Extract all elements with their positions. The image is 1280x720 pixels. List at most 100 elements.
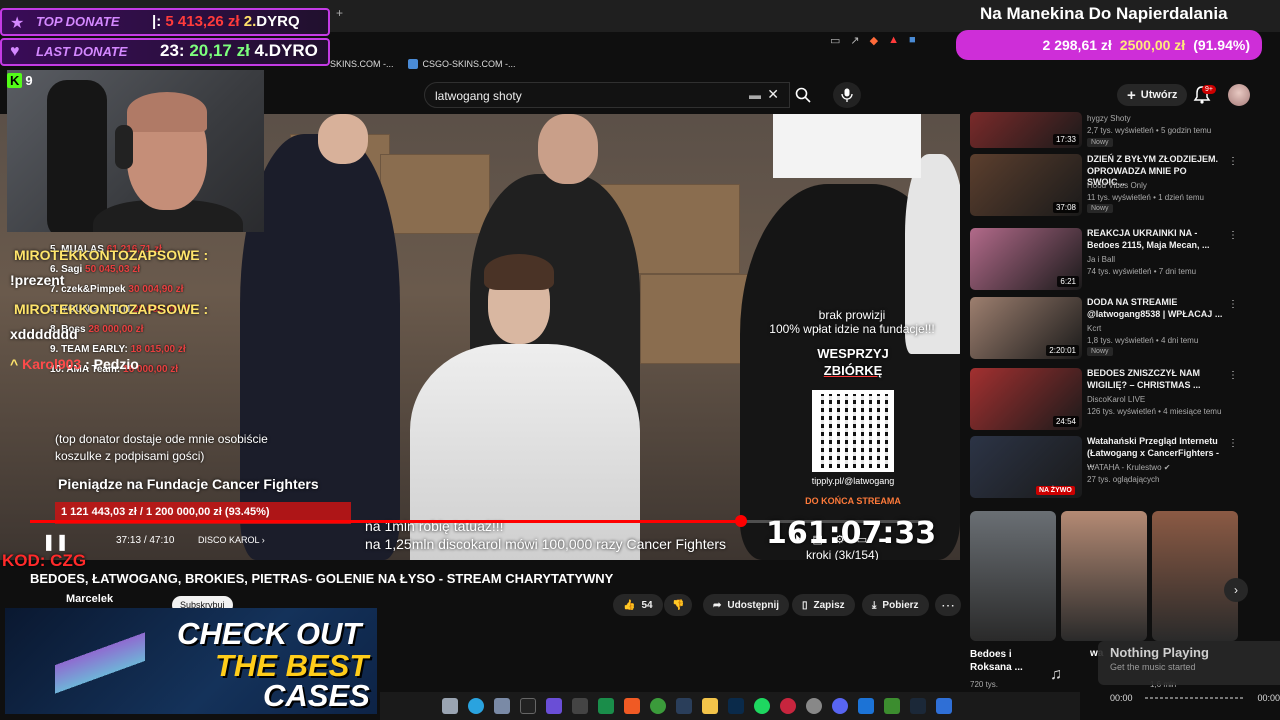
video-thumbnail[interactable]: 17:33	[970, 112, 1082, 148]
background-box	[380, 154, 490, 234]
more-options-icon[interactable]: ⋮	[1228, 299, 1238, 310]
video-thumbnail[interactable]: 2:20:01	[970, 297, 1082, 359]
discord-icon[interactable]	[832, 698, 848, 714]
search-input[interactable]: latwogang shoty ▬ ✕	[424, 82, 790, 108]
chat-message: xddddddd	[10, 326, 78, 342]
telegram-icon[interactable]	[468, 698, 484, 714]
video-title[interactable]: DODA NA STREAMIE @latwogang8538 | WPŁACA…	[1087, 297, 1227, 320]
cast-icon[interactable]: ▭	[830, 34, 840, 47]
now-playing-times: 00:00 00:00	[1110, 693, 1280, 703]
share-icon[interactable]: ↗	[850, 34, 859, 47]
folder-icon[interactable]	[702, 698, 718, 714]
theater-mode-icon[interactable]: ▬	[879, 533, 890, 546]
app-icon[interactable]	[676, 698, 692, 714]
chapter-label: DISCO KAROL	[198, 535, 260, 545]
clear-search-icon[interactable]: ✕	[767, 86, 779, 103]
recommended-video[interactable]: NA ŻYWO Watahański Przegląd Internetu (Ła…	[970, 436, 1240, 500]
chat-username: MIROTEKKONTOZAPSOWE :	[14, 301, 209, 317]
miniplayer-icon[interactable]: ▭	[857, 533, 867, 546]
now-playing-elapsed: 00:00	[1110, 693, 1133, 703]
steam-icon[interactable]	[910, 698, 926, 714]
video-title[interactable]: REAKCJA UKRAINKI NA - Bedoes 2115, Maja …	[1087, 228, 1227, 251]
person-barber-face	[538, 114, 598, 184]
chat-line: ^ Karol903 : Pedzio	[10, 356, 139, 372]
new-tab-icon[interactable]: +	[336, 6, 343, 20]
more-options-icon[interactable]: ⋮	[1228, 370, 1238, 381]
chrome-icon[interactable]	[650, 698, 666, 714]
app-icon[interactable]	[806, 698, 822, 714]
chapter-button[interactable]: DISCO KAROL ›	[198, 535, 265, 545]
app-icon[interactable]	[520, 698, 536, 714]
save-button[interactable]: ▯ Zapisz	[792, 594, 855, 616]
channel-name: Ja i Ball	[1087, 255, 1116, 264]
banner-headline: CASES	[263, 678, 370, 713]
donor-rank: 9.	[50, 344, 59, 355]
minecraft-icon[interactable]	[884, 698, 900, 714]
video-metadata: 74 tys. wyświetleń • 7 dni temu	[1087, 267, 1197, 276]
more-options-icon[interactable]: ⋮	[1228, 156, 1238, 167]
top-donate-label: TOP DONATE	[36, 14, 120, 29]
video-duration: 24:54	[1052, 416, 1079, 427]
short-thumbnail[interactable]	[970, 511, 1056, 641]
goal-overlay-text: na 1,25mln discokarol mówi 100,000 razy …	[365, 536, 727, 552]
channel-name[interactable]: Marcelek	[66, 593, 113, 605]
account-avatar[interactable]	[1228, 84, 1250, 106]
bookmark-item[interactable]: SKINS.COM -...	[330, 59, 394, 69]
fullscreen-icon[interactable]: ⤢	[902, 533, 911, 546]
subtitles-icon[interactable]: ▤	[813, 533, 823, 546]
last-donate-value: 23: 20,17 zł 4.DYRO	[160, 41, 318, 61]
support-overlay: WESPRZYJ ZBIÓRKĘ	[790, 346, 916, 380]
app-icon[interactable]	[598, 698, 614, 714]
more-options-icon[interactable]: ⋮	[1228, 230, 1238, 241]
keyboard-icon[interactable]: ▬	[749, 88, 761, 102]
app-icon[interactable]	[936, 698, 952, 714]
app-icon[interactable]	[780, 698, 796, 714]
video-scrubber-handle[interactable]	[735, 515, 747, 527]
voice-search-button[interactable]	[833, 82, 861, 108]
short-thumbnail[interactable]	[1152, 511, 1238, 641]
save-label: Zapisz	[813, 599, 845, 611]
bookmark-icon: ▯	[802, 599, 808, 611]
extension-icon[interactable]: ■	[909, 34, 916, 47]
rewards-icon[interactable]: ▲	[888, 34, 899, 47]
dislike-button[interactable]: 👎	[664, 594, 693, 616]
video-thumbnail[interactable]: 6:21	[970, 228, 1082, 290]
file-manager-icon[interactable]	[442, 698, 458, 714]
like-button[interactable]: 👍 54	[613, 594, 663, 616]
short-thumbnail[interactable]	[1061, 511, 1147, 641]
thumbs-up-icon: 👍	[623, 599, 636, 611]
new-badge: Nowy	[1087, 138, 1113, 147]
share-button[interactable]: ➦ Udostępnij	[703, 594, 790, 616]
app-icon[interactable]	[572, 698, 588, 714]
brave-browser-icon[interactable]	[624, 698, 640, 714]
photoshop-icon[interactable]	[728, 698, 744, 714]
camera-icon[interactable]	[494, 698, 510, 714]
recommended-video[interactable]: 6:21 REAKCJA UKRAINKI NA - Bedoes 2115, M…	[970, 228, 1240, 292]
pause-icon[interactable]: ❚❚	[42, 532, 69, 552]
short-label[interactable]: Bedoes i Roksana ...	[970, 648, 1050, 674]
shorts-next-button[interactable]: ›	[1224, 578, 1248, 602]
more-options-icon[interactable]: ⋮	[1228, 438, 1238, 449]
recommended-video[interactable]: 37:08 DZIEŃ Z BYŁYM ZŁODZIEJEM. OPROWADZA…	[970, 154, 1240, 218]
brave-shield-icon[interactable]: ◆	[870, 34, 878, 47]
recommended-video[interactable]: 24:54 BEDOES ZNISZCZYŁ NAM WIGILIĘ? – CHR…	[970, 368, 1240, 432]
video-title[interactable]: BEDOES ZNISZCZYŁ NAM WIGILIĘ? – CHRISTMA…	[1087, 368, 1227, 391]
now-playing-subtitle: Get the music started	[1110, 662, 1196, 672]
spotify-icon[interactable]	[754, 698, 770, 714]
app-icon[interactable]	[858, 698, 874, 714]
settings-gear-icon[interactable]: ⚙	[835, 533, 845, 546]
video-thumbnail[interactable]: NA ŻYWO	[970, 436, 1082, 498]
autoplay-toggle-icon[interactable]: ⏵	[795, 533, 801, 546]
more-actions-icon[interactable]: ⋯	[935, 594, 961, 616]
video-time-readout: 37:13 / 47:10	[116, 535, 174, 546]
donation-goal-bar: 2 298,61 zł 2500,00 zł (91.94%)	[956, 30, 1262, 60]
search-button[interactable]	[788, 82, 818, 108]
donor-amount: 18 015,00 zł	[130, 344, 186, 355]
recommended-video[interactable]: 2:20:01 DODA NA STREAMIE @latwogang8538 |…	[970, 297, 1240, 361]
create-button[interactable]: + Utwórz	[1117, 84, 1188, 106]
video-thumbnail[interactable]: 37:08	[970, 154, 1082, 216]
app-icon[interactable]	[546, 698, 562, 714]
download-button[interactable]: ⤓ Pobierz	[862, 594, 929, 616]
bookmark-item[interactable]: CSGO-SKINS.COM -...	[407, 59, 516, 70]
video-thumbnail[interactable]: 24:54	[970, 368, 1082, 430]
